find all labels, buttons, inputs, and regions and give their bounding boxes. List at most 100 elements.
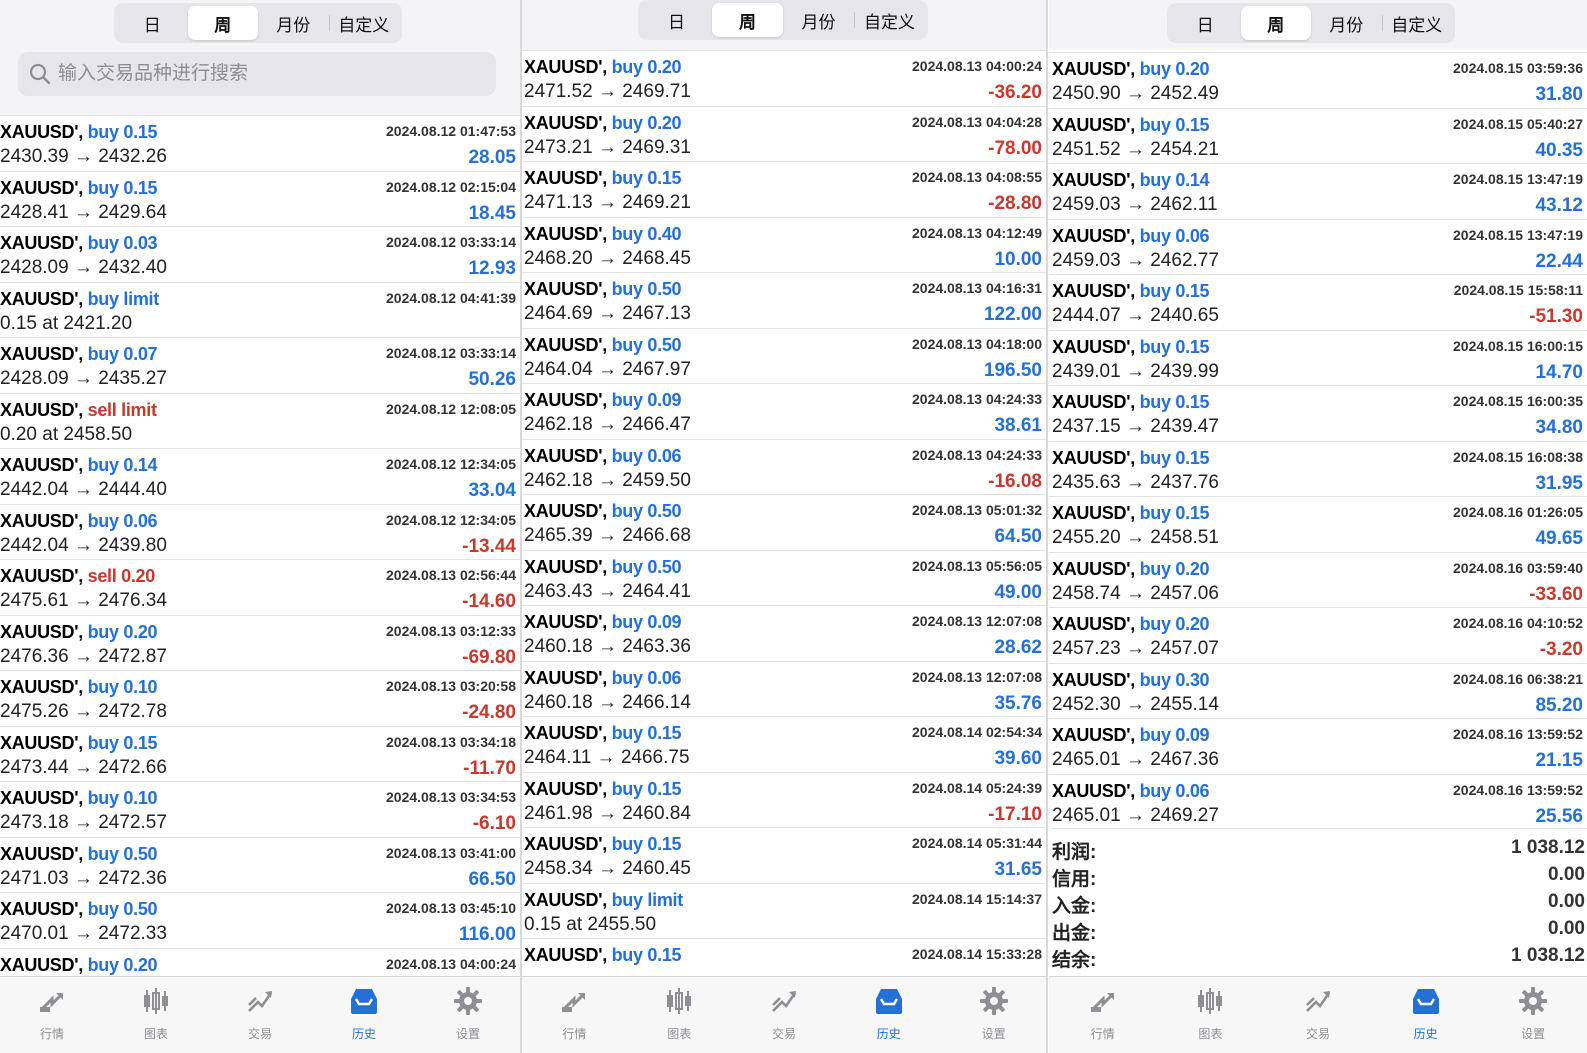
period-tab[interactable]: 月份 <box>1311 6 1382 40</box>
tab-chart[interactable]: 图表 <box>627 977 732 1053</box>
trade-row[interactable]: XAUUSD', buy 0.50 2024.08.13 04:18:00 2464… <box>522 327 1046 384</box>
trade-row[interactable]: XAUUSD', buy 0.06 2024.08.16 13:59:52 2465… <box>1049 773 1587 830</box>
trade-row[interactable]: XAUUSD', buy 0.09 2024.08.16 13:59:52 2465… <box>1049 718 1587 774</box>
tab-quotes[interactable]: 行情 <box>1049 977 1157 1053</box>
trade-type: buy 0.15 <box>87 122 158 142</box>
trade-row[interactable]: XAUUSD', buy 0.50 2024.08.13 05:56:05 2463… <box>522 549 1046 606</box>
period-tab[interactable]: 月份 <box>783 3 854 37</box>
trade-symbol-line: XAUUSD', buy 0.15 <box>1052 448 1210 469</box>
trade-row[interactable]: XAUUSD', buy 0.06 2024.08.15 13:47:19 2459… <box>1049 218 1587 275</box>
trade-symbol-line: XAUUSD', buy 0.14 <box>0 455 158 476</box>
search-input[interactable] <box>58 63 478 85</box>
trade-row[interactable]: XAUUSD', buy 0.20 2024.08.13 04:00:24 2471… <box>522 50 1046 106</box>
trade-history-list: XAUUSD', buy 0.20 2024.08.13 04:00:24 2471… <box>522 50 1046 994</box>
trade-row[interactable]: XAUUSD', buy 0.15 2024.08.14 02:54:34 2464… <box>522 716 1046 772</box>
summary-value: 0.00 <box>1548 918 1585 939</box>
trade-prices: 2475.26 → 2472.78 <box>0 701 167 722</box>
tab-quotes[interactable]: 行情 <box>0 977 104 1053</box>
period-tab[interactable]: 日 <box>1170 6 1241 40</box>
trade-symbol: XAUUSD' <box>524 334 603 355</box>
trade-row[interactable]: XAUUSD', buy 0.15 2024.08.14 05:31:44 2458… <box>522 827 1046 883</box>
search-bar[interactable] <box>18 52 496 96</box>
trade-prices: 0.15 at 2421.20 <box>0 312 133 334</box>
trade-row[interactable]: XAUUSD', buy limit 2024.08.12 04:41:39 0.1… <box>0 281 520 338</box>
period-tab[interactable]: 自定义 <box>854 3 925 37</box>
period-tab[interactable]: 周 <box>712 3 783 37</box>
trade-row[interactable]: XAUUSD', buy 0.15 2024.08.12 02:15:04 2428… <box>0 170 520 227</box>
trade-symbol: XAUUSD' <box>524 223 603 244</box>
trade-row[interactable]: XAUUSD', buy 0.10 2024.08.13 03:20:58 2475… <box>0 670 520 726</box>
trade-row[interactable]: XAUUSD', buy 0.15 2024.08.13 03:34:18 2473… <box>0 725 520 782</box>
trade-prices: 2465.39 → 2466.68 <box>524 525 691 546</box>
trade-symbol: XAUUSD' <box>0 399 79 420</box>
trade-row[interactable]: XAUUSD', buy 0.14 2024.08.15 13:47:19 2459… <box>1049 163 1587 219</box>
trade-row[interactable]: XAUUSD', buy 0.15 2024.08.12 01:47:53 2430… <box>0 115 520 171</box>
trade-row[interactable]: XAUUSD', buy 0.15 2024.08.15 16:08:38 2435… <box>1049 440 1587 497</box>
trade-row[interactable]: XAUUSD', buy 0.20 2024.08.13 04:04:28 2473… <box>522 105 1046 162</box>
trade-row[interactable]: XAUUSD', buy 0.09 2024.08.13 12:07:08 2460… <box>522 605 1046 661</box>
trade-row[interactable]: XAUUSD', buy 0.07 2024.08.12 03:33:14 2428… <box>0 337 520 393</box>
trade-row[interactable]: XAUUSD', buy 0.03 2024.08.12 03:33:14 2428… <box>0 226 520 282</box>
trade-row[interactable]: XAUUSD', buy 0.10 2024.08.13 03:34:53 2473… <box>0 781 520 837</box>
period-tab[interactable]: 周 <box>187 6 258 40</box>
trade-row[interactable]: XAUUSD', sell limit 2024.08.12 12:08:05 0.… <box>0 392 520 449</box>
trade-row[interactable]: XAUUSD', sell 0.20 2024.08.13 02:56:44 247… <box>0 559 520 615</box>
trade-row[interactable]: XAUUSD', buy 0.15 2024.08.15 16:00:15 2439… <box>1049 329 1587 386</box>
period-tab[interactable]: 月份 <box>258 6 329 40</box>
trade-time: 2024.08.15 03:59:36 <box>1453 60 1583 76</box>
trade-profit: 18.45 <box>468 202 516 224</box>
trade-prices: 2462.18 → 2459.50 <box>524 469 691 491</box>
quotes-icon <box>558 985 590 1022</box>
trade-row[interactable]: XAUUSD', buy 0.06 2024.08.13 04:24:33 2462… <box>522 438 1046 495</box>
trade-prices: 2459.03 → 2462.77 <box>1052 249 1219 271</box>
trade-row[interactable]: XAUUSD', buy 0.15 2024.08.15 15:58:11 2444… <box>1049 274 1587 330</box>
tab-history[interactable]: 历史 <box>312 977 416 1053</box>
tab-label: 交易 <box>771 1027 796 1041</box>
trade-row[interactable]: XAUUSD', buy 0.30 2024.08.16 06:38:21 2452… <box>1049 662 1587 719</box>
trade-row[interactable]: XAUUSD', buy limit 2024.08.14 15:14:37 0.1… <box>522 882 1046 939</box>
separator: , <box>78 621 88 642</box>
tab-gear[interactable]: 设置 <box>941 977 1046 1053</box>
trade-row[interactable]: XAUUSD', buy 0.20 2024.08.15 03:59:36 2450… <box>1049 52 1587 108</box>
trade-row[interactable]: XAUUSD', buy 0.50 2024.08.13 03:41:00 2471… <box>0 836 520 893</box>
tab-history[interactable]: 历史 <box>836 977 941 1053</box>
tab-trade[interactable]: 交易 <box>732 977 837 1053</box>
trade-profit: 38.61 <box>994 415 1042 436</box>
period-tab[interactable]: 周 <box>1240 6 1311 40</box>
trade-row[interactable]: XAUUSD', buy 0.06 2024.08.12 12:34:05 2442… <box>0 503 520 560</box>
tab-trade[interactable]: 交易 <box>208 977 312 1053</box>
trade-row[interactable]: XAUUSD', buy 0.15 2024.08.16 01:26:05 2455… <box>1049 496 1587 552</box>
period-tab[interactable]: 日 <box>117 6 188 40</box>
tab-chart[interactable]: 图表 <box>1157 977 1265 1053</box>
trade-row[interactable]: XAUUSD', buy 0.20 2024.08.16 03:59:40 2458… <box>1049 551 1587 608</box>
trade-prices: 2450.90 → 2452.49 <box>1052 83 1219 104</box>
trade-row[interactable]: XAUUSD', buy 0.06 2024.08.13 12:07:08 2460… <box>522 660 1046 717</box>
trade-profit: -51.30 <box>1529 306 1583 327</box>
tab-gear[interactable]: 设置 <box>416 977 520 1053</box>
trade-row[interactable]: XAUUSD', buy 0.40 2024.08.13 04:12:49 2468… <box>522 216 1046 273</box>
chart-icon <box>663 985 695 1022</box>
trade-row[interactable]: XAUUSD', buy 0.15 2024.08.15 05:40:27 2451… <box>1049 107 1587 164</box>
trade-profit: 25.56 <box>1535 805 1583 827</box>
trade-row[interactable]: XAUUSD', buy 0.15 2024.08.14 05:24:39 2461… <box>522 771 1046 828</box>
tab-chart[interactable]: 图表 <box>104 977 208 1053</box>
trade-row[interactable]: XAUUSD', buy 0.20 2024.08.13 03:12:33 2476… <box>0 614 520 671</box>
trade-symbol: XAUUSD' <box>524 556 603 577</box>
trade-type: buy 0.15 <box>1139 392 1210 412</box>
tab-trade[interactable]: 交易 <box>1264 977 1372 1053</box>
trade-row[interactable]: XAUUSD', buy 0.50 2024.08.13 05:01:32 2465… <box>522 494 1046 550</box>
period-tab[interactable]: 自定义 <box>1381 6 1453 40</box>
tab-quotes[interactable]: 行情 <box>522 977 627 1053</box>
period-tab[interactable]: 日 <box>641 3 712 37</box>
trade-row[interactable]: XAUUSD', buy 0.20 2024.08.16 04:10:52 2457… <box>1049 607 1587 663</box>
trade-row[interactable]: XAUUSD', buy 0.50 2024.08.13 03:45:10 2470… <box>0 892 520 948</box>
trade-row[interactable]: XAUUSD', buy 0.50 2024.08.13 04:16:31 2464… <box>522 272 1046 328</box>
trade-row[interactable]: XAUUSD', buy 0.14 2024.08.12 12:34:05 2442… <box>0 448 520 504</box>
trade-row[interactable]: XAUUSD', buy 0.09 2024.08.13 04:24:33 2462… <box>522 383 1046 439</box>
trade-prices: 2457.23 → 2457.07 <box>1052 638 1219 659</box>
period-tab[interactable]: 自定义 <box>328 6 400 40</box>
trade-row[interactable]: XAUUSD', buy 0.15 2024.08.13 04:08:55 2471… <box>522 161 1046 217</box>
tab-history[interactable]: 历史 <box>1372 977 1480 1053</box>
tab-gear[interactable]: 设置 <box>1479 977 1587 1053</box>
trade-row[interactable]: XAUUSD', buy 0.15 2024.08.15 16:00:35 2437… <box>1049 385 1587 441</box>
